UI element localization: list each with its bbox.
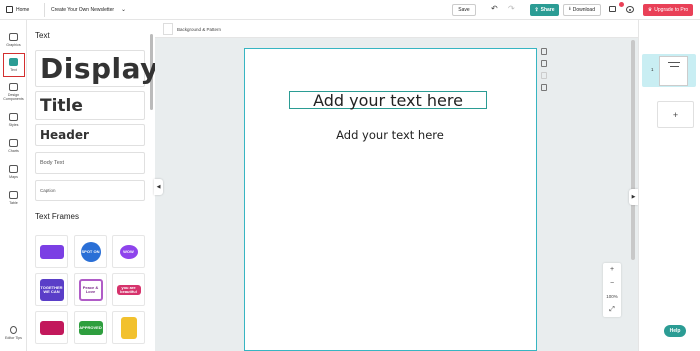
collapse-pages-button[interactable]: ▶: [629, 189, 638, 205]
frame-art: [120, 316, 137, 339]
rail-item-charts[interactable]: Charts: [0, 139, 27, 153]
heading-textbox[interactable]: Add your text here: [289, 91, 487, 110]
rail-item-design-components[interactable]: Design Components: [0, 83, 27, 101]
canvas-scrollbar[interactable]: [631, 40, 635, 260]
add-page-button[interactable]: +: [657, 101, 694, 128]
undo-icon[interactable]: ↶: [491, 5, 498, 13]
home-label: Home: [16, 6, 30, 13]
download-label: Download: [572, 7, 595, 13]
rail-item-editor-tips[interactable]: Editor Tips: [0, 326, 27, 340]
save-button[interactable]: Save: [452, 4, 476, 16]
redo-icon[interactable]: ↷: [508, 5, 515, 13]
document-name[interactable]: Create Your Own Newsletter: [51, 7, 114, 13]
background-swatch[interactable]: [163, 23, 173, 35]
help-button[interactable]: Help: [664, 325, 686, 337]
zoom-in-icon[interactable]: +: [610, 266, 614, 273]
text-frame-item[interactable]: TOGETHER WE CAN: [35, 273, 68, 306]
frame-art: TOGETHER WE CAN: [39, 278, 64, 301]
rail-item-graphics[interactable]: Graphics: [0, 33, 27, 47]
text-frame-item[interactable]: [35, 235, 68, 268]
zoom-level: 100%: [606, 293, 618, 299]
notification-dot: [619, 2, 624, 7]
share-button[interactable]: ⇪ Share: [530, 4, 559, 16]
rail-label: Table: [9, 201, 18, 205]
background-pattern-button[interactable]: Background & Pattern: [177, 27, 221, 32]
frame-art: you are beautiful: [116, 284, 141, 295]
upgrade-button[interactable]: ♛ Upgrade to Pro: [643, 4, 693, 16]
home-icon: [6, 6, 13, 13]
frame-art: Peace & Love: [78, 278, 103, 301]
active-highlight: Text: [2, 53, 25, 77]
rail-label: Graphics: [6, 43, 21, 47]
text-style-body[interactable]: Body Text: [35, 152, 145, 174]
home-button[interactable]: Home: [6, 6, 29, 13]
crown-icon: ♛: [647, 7, 653, 13]
video-icon[interactable]: [609, 6, 616, 12]
frame-art: [39, 320, 64, 335]
frame-art: WOW: [119, 244, 138, 259]
upgrade-label: Upgrade to Pro: [654, 7, 689, 13]
delete-page-icon[interactable]: [541, 72, 547, 79]
rail-label: Charts: [8, 149, 19, 153]
text-style-header[interactable]: Header: [35, 124, 145, 146]
text-frame-item[interactable]: [35, 311, 68, 344]
frame-art: APPROVED: [78, 320, 103, 335]
text-style-display[interactable]: Display: [35, 50, 158, 87]
rail-label: Text: [10, 68, 17, 72]
divider: [44, 3, 45, 17]
rail-label: Styles: [8, 123, 19, 127]
text-style-caption[interactable]: Caption: [35, 180, 145, 201]
table-icon: [9, 191, 18, 199]
duplicate-page-icon[interactable]: [541, 60, 547, 67]
page-number: 1: [651, 67, 654, 72]
zoom-controls: + − 100% ⤢: [603, 263, 621, 317]
zoom-out-icon[interactable]: −: [610, 280, 614, 287]
text-frame-item[interactable]: Peace & Love: [74, 273, 107, 306]
text-frames-title: Text Frames: [35, 212, 80, 221]
lightbulb-icon: [10, 326, 17, 334]
rail-item-table[interactable]: Table: [0, 191, 27, 205]
text-frame-item[interactable]: APPROVED: [74, 311, 107, 344]
subheading-textbox[interactable]: Add your text here: [290, 128, 490, 142]
collapse-panel-button[interactable]: ◀: [154, 179, 163, 195]
download-icon: ⭳: [568, 6, 571, 12]
frame-art: [39, 244, 64, 259]
text-icon: [9, 58, 18, 66]
rail-label: Design Components: [3, 93, 24, 101]
maps-icon: [9, 165, 18, 173]
rail-item-text[interactable]: Text: [0, 53, 27, 77]
rail-label: Editor Tips: [5, 336, 22, 340]
share-icon: ⇪: [534, 7, 539, 13]
frame-art: SPOT ON: [80, 241, 101, 262]
thumb-line: [668, 62, 680, 63]
text-frame-item[interactable]: you are beautiful: [112, 273, 145, 306]
text-style-title[interactable]: Title: [35, 91, 145, 120]
charts-icon: [9, 139, 18, 147]
copy-page-icon[interactable]: [541, 48, 547, 55]
download-button[interactable]: ⭳ Download: [563, 4, 601, 16]
thumb-line: [670, 66, 679, 67]
page-tools: [541, 48, 547, 91]
rail-item-styles[interactable]: Styles: [0, 113, 27, 127]
page-thumbnail[interactable]: [659, 56, 688, 86]
share-label: Share: [540, 7, 555, 13]
background-bar: [155, 20, 638, 38]
preview-eye-icon[interactable]: [626, 6, 634, 13]
panel-title: Text: [35, 31, 50, 40]
rail-label: Maps: [9, 175, 18, 179]
fit-screen-icon[interactable]: ⤢: [609, 306, 615, 314]
text-frame-item[interactable]: WOW: [112, 235, 145, 268]
text-frame-item[interactable]: [112, 311, 145, 344]
text-frame-item[interactable]: SPOT ON: [74, 235, 107, 268]
chevron-down-icon[interactable]: ⌄: [121, 6, 126, 13]
styles-icon: [9, 113, 18, 121]
rail-item-maps[interactable]: Maps: [0, 165, 27, 179]
graphics-icon: [9, 33, 18, 41]
design-components-icon: [9, 83, 18, 91]
page-settings-icon[interactable]: [541, 84, 547, 91]
